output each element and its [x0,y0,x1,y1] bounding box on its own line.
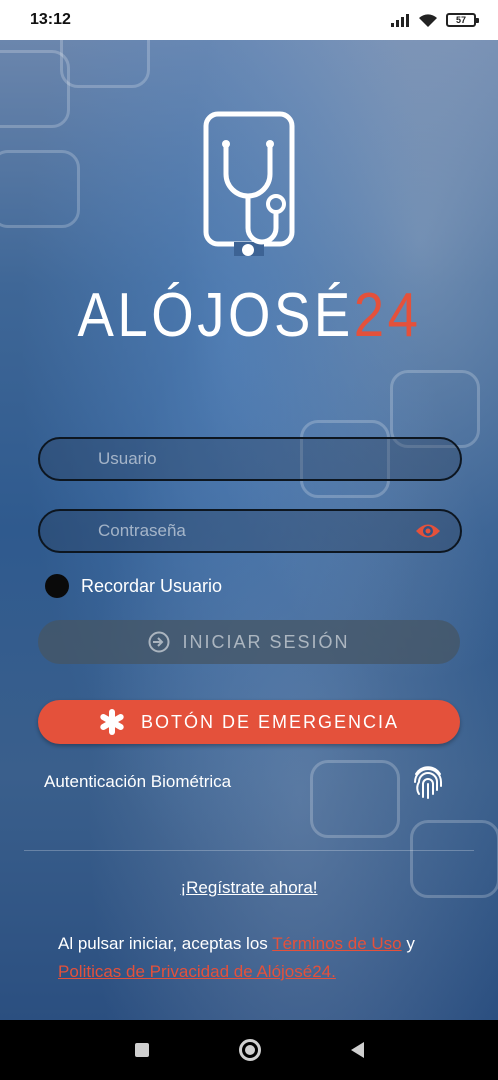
login-button-label: INICIAR SESIÓN [182,631,350,652]
status-icons: 57 [390,13,479,28]
login-screen: ALÓJOSÉ24 Recordar Usuario INICIAR SESIÓ… [0,40,498,1020]
terms-connector: y [401,934,415,953]
username-input[interactable] [98,449,442,469]
terms-text: Al pulsar iniciar, aceptas los Términos … [58,930,478,986]
terms-link[interactable]: Términos de Uso [272,934,401,953]
status-time: 13:12 [30,11,71,28]
password-field[interactable] [38,509,462,553]
password-input[interactable] [98,521,414,541]
privacy-link[interactable]: Politicas de Privacidad de Alójosé24. [58,962,336,981]
remember-radio[interactable] [45,574,69,598]
login-arrow-icon [148,631,170,653]
stethoscope-phone-icon [203,111,295,256]
emergency-button[interactable]: BOTÓN DE EMERGENCIA [38,700,460,744]
back-icon[interactable] [350,1042,364,1058]
fingerprint-icon[interactable] [412,764,444,800]
home-icon[interactable] [238,1039,261,1061]
battery-icon: 57 [446,13,479,27]
brand-main: ALÓJOSÉ [76,281,354,350]
remember-label: Recordar Usuario [81,575,223,596]
background-hex [60,40,150,88]
brand-accent: 24 [353,281,422,350]
eye-icon[interactable] [414,522,442,540]
username-field[interactable] [38,437,462,481]
terms-prefix: Al pulsar iniciar, aceptas los [58,934,273,953]
divider [24,850,474,851]
signal-icon [391,14,409,27]
navigation-bar [0,1020,498,1080]
biometric-auth[interactable]: Autenticación Biométrica [44,760,444,804]
brand-name: ALÓJOSÉ24 [77,280,421,351]
remember-user-option[interactable]: Recordar Usuario [45,574,222,598]
asterisk-icon [100,709,124,735]
recents-icon[interactable] [134,1043,149,1057]
battery-level: 57 [455,15,466,25]
app-logo: ALÓJOSÉ24 [0,110,498,351]
biometric-label: Autenticación Biométrica [44,772,232,791]
login-button[interactable]: INICIAR SESIÓN [38,620,460,664]
emergency-button-label: BOTÓN DE EMERGENCIA [140,711,400,732]
wifi-icon [419,13,437,27]
status-bar: 13:12 57 [0,0,498,40]
register-link[interactable]: ¡Regístrate ahora! [0,878,498,898]
